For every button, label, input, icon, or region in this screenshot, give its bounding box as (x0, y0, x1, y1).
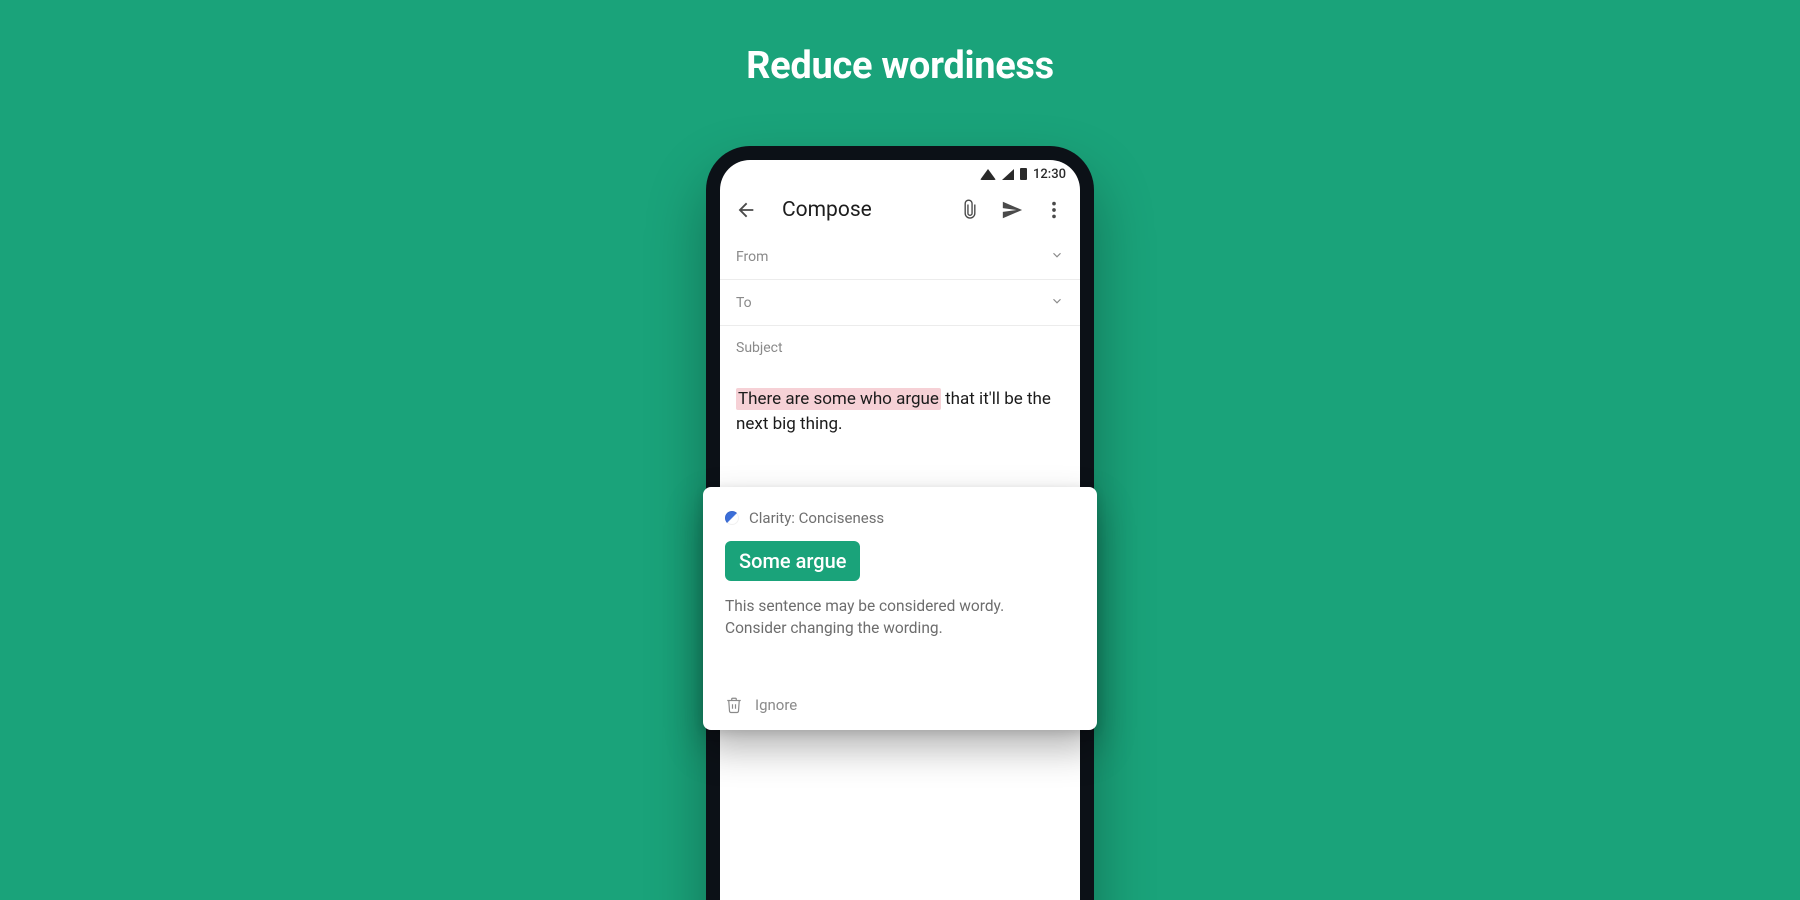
suggestion-card: Clarity: Conciseness Some argue This sen… (703, 487, 1097, 730)
status-time: 12:30 (1033, 167, 1066, 182)
back-icon[interactable] (734, 198, 758, 222)
status-bar: 12:30 (720, 160, 1080, 188)
suggestion-category: Clarity: Conciseness (725, 509, 1075, 527)
clarity-icon (725, 511, 739, 525)
compose-appbar: Compose (720, 188, 1080, 234)
suggestion-explanation: This sentence may be considered wordy. C… (725, 595, 1075, 640)
to-field[interactable]: To (720, 280, 1080, 326)
chevron-down-icon (1050, 248, 1064, 266)
wifi-icon (980, 169, 996, 180)
email-body[interactable]: There are some who argue that it'll be t… (720, 369, 1080, 454)
cell-signal-icon (1002, 169, 1014, 180)
send-icon[interactable] (1000, 198, 1024, 222)
from-field[interactable]: From (720, 234, 1080, 280)
suggestion-category-label: Clarity: Conciseness (749, 509, 884, 527)
ignore-label: Ignore (755, 696, 797, 714)
suggestion-replacement-button[interactable]: Some argue (725, 541, 860, 581)
chevron-down-icon (1050, 294, 1064, 312)
subject-field[interactable]: Subject (720, 326, 1080, 369)
trash-icon (725, 696, 743, 714)
to-label: To (736, 295, 752, 311)
overflow-menu-icon[interactable] (1042, 198, 1066, 222)
ignore-button[interactable]: Ignore (725, 688, 1075, 714)
highlighted-phrase[interactable]: There are some who argue (736, 388, 941, 410)
attach-icon[interactable] (958, 198, 982, 222)
battery-icon (1020, 168, 1027, 180)
appbar-title: Compose (782, 198, 940, 222)
subject-label: Subject (736, 340, 783, 356)
page-headline: Reduce wordiness (0, 44, 1800, 88)
from-label: From (736, 249, 768, 265)
